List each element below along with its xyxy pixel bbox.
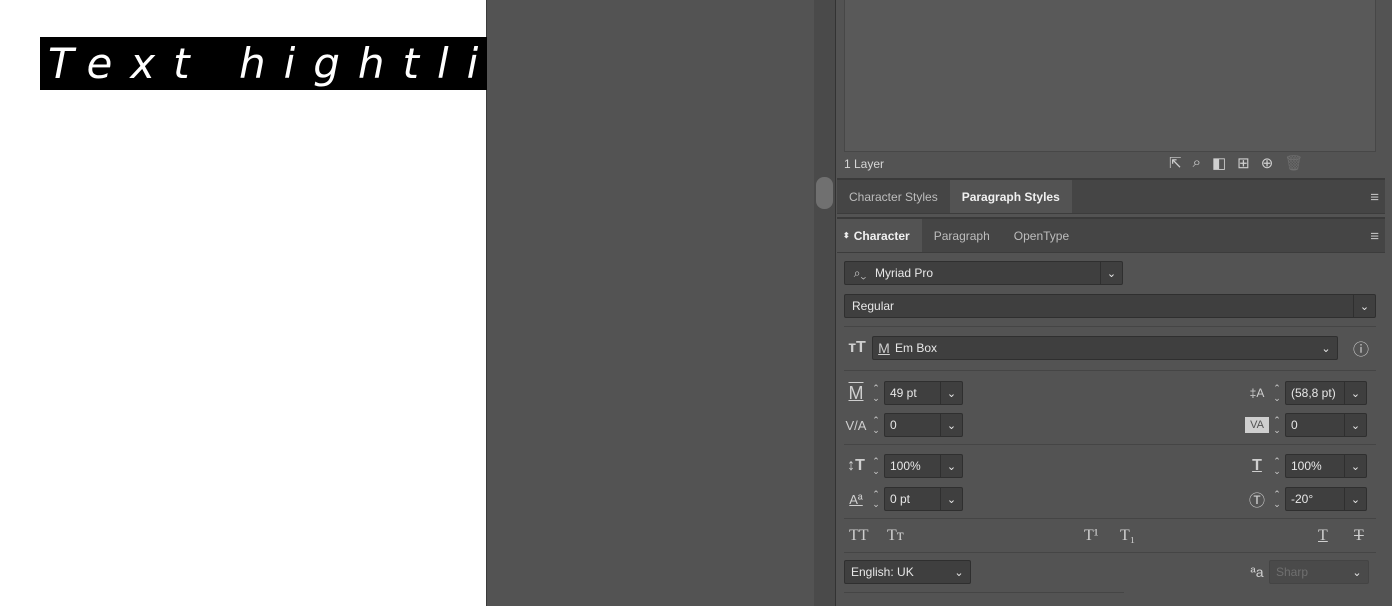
search-icon: ⌕⌄: [853, 265, 867, 280]
baseline-shift-stepper[interactable]: ⌃ ⌄: [868, 486, 884, 512]
kerning-field[interactable]: 0 ⌄: [884, 413, 963, 437]
em-box-icon: M: [878, 340, 890, 356]
tracking-field[interactable]: 0 ⌄: [1285, 413, 1367, 437]
leading-value: (58,8 pt): [1291, 386, 1336, 400]
scrollbar-handle[interactable]: [816, 177, 833, 209]
vertical-scale-field[interactable]: 100% ⌄: [884, 454, 963, 478]
antialias-value: Sharp: [1276, 565, 1309, 579]
small-caps-icon[interactable]: Tт: [887, 527, 904, 545]
kerning-value: 0: [890, 418, 897, 432]
layers-footer: 1 Layer ⇱ ⌕ ◧ ⊞ ⊕ 🗑: [837, 152, 1385, 178]
move-to-layer-icon[interactable]: ⊞: [1237, 154, 1250, 172]
chevron-down-icon[interactable]: ⌄: [1344, 455, 1366, 477]
baseline-shift-icon: Aª: [849, 491, 863, 507]
baseline-shift-value: 0 pt: [890, 492, 911, 506]
text-selected-portion: Text hightlig: [40, 37, 488, 90]
menu-icon[interactable]: ≡: [1370, 228, 1379, 245]
chevron-down-icon[interactable]: ⌄: [1344, 382, 1366, 404]
chevron-down-icon[interactable]: ⌄: [940, 414, 962, 436]
tab-character[interactable]: ⬍ Character: [837, 219, 922, 252]
superscript-icon[interactable]: T¹: [1084, 527, 1099, 545]
layers-list[interactable]: [844, 0, 1376, 152]
clipping-mask-icon[interactable]: ◧: [1212, 154, 1226, 172]
leading-field[interactable]: (58,8 pt) ⌄: [1285, 381, 1367, 405]
chevron-down-icon[interactable]: ⌄: [1344, 414, 1366, 436]
all-caps-icon[interactable]: TT: [849, 527, 869, 545]
pasteboard: [487, 0, 814, 606]
chevron-down-icon[interactable]: ⌄: [940, 488, 962, 510]
character-rotation-icon: Ⓣ: [1248, 493, 1265, 510]
tab-opentype[interactable]: OpenType: [1002, 219, 1081, 252]
subscript-icon[interactable]: T₁: [1120, 527, 1135, 545]
rotation-field[interactable]: -20° ⌄: [1285, 487, 1367, 511]
strikethrough-icon[interactable]: T: [1354, 527, 1364, 545]
font-size-type-icon: ᴛT: [848, 339, 866, 356]
chevron-down-icon[interactable]: ⌄: [940, 382, 962, 404]
new-layer-icon[interactable]: ⊕: [1261, 154, 1274, 172]
horizontal-scale-icon: T: [1252, 457, 1262, 474]
vertical-scale-icon: ↕T: [847, 457, 865, 474]
font-style-value: Regular: [852, 299, 895, 313]
tab-paragraph[interactable]: Paragraph: [922, 219, 1002, 252]
character-tabbar: ⬍ Character Paragraph OpenType ≡: [837, 217, 1385, 253]
artboard[interactable]: Text hightlig ht: [0, 0, 575, 606]
em-box-value: Em Box: [895, 341, 938, 355]
em-box-dropdown[interactable]: M Em Box ⌄: [872, 336, 1338, 360]
font-size-value: 49 pt: [890, 386, 917, 400]
vertical-scale-value: 100%: [890, 459, 921, 473]
tab-paragraph-styles[interactable]: Paragraph Styles: [949, 180, 1072, 213]
export-icon[interactable]: ⇱: [1169, 154, 1182, 172]
tracking-stepper[interactable]: ⌃ ⌄: [1269, 412, 1285, 438]
antialias-dropdown[interactable]: Sharp ⌄: [1269, 560, 1369, 584]
panel-gutter: [814, 0, 836, 606]
collapse-arrows-icon: ⬍: [843, 231, 850, 240]
rotation-stepper[interactable]: ⌃ ⌄: [1269, 486, 1285, 512]
right-panel: 1 Layer ⇱ ⌕ ◧ ⊞ ⊕ 🗑 Character Styles Par…: [837, 0, 1392, 606]
trash-icon[interactable]: 🗑: [1284, 154, 1303, 172]
chevron-down-icon[interactable]: ⌄: [1100, 262, 1122, 284]
vertical-scale-stepper[interactable]: ⌃ ⌄: [868, 453, 884, 479]
tab-character-label: Character: [853, 228, 910, 243]
underline-icon[interactable]: T: [1318, 527, 1328, 545]
chevron-down-icon[interactable]: ⌄: [1353, 295, 1375, 317]
search-icon[interactable]: ⌕: [1193, 154, 1201, 172]
menu-icon[interactable]: ≡: [1370, 189, 1379, 206]
leading-stepper[interactable]: ⌃ ⌄: [1269, 380, 1285, 406]
chevron-down-icon[interactable]: ⌄: [940, 455, 962, 477]
leading-icon: ‡A: [1249, 386, 1265, 400]
font-size-icon: M: [848, 382, 864, 403]
horizontal-scale-field[interactable]: 100% ⌄: [1285, 454, 1367, 478]
language-value: English: UK: [851, 565, 914, 579]
font-size-stepper[interactable]: ⌃ ⌄: [868, 380, 884, 406]
layer-count: 1 Layer: [844, 157, 885, 171]
horizontal-scale-value: 100%: [1291, 459, 1322, 473]
horizontal-scale-stepper[interactable]: ⌃ ⌄: [1269, 453, 1285, 479]
kerning-icon: V/A: [845, 417, 867, 433]
antialias-icon: ªa: [1250, 564, 1264, 580]
kerning-stepper[interactable]: ⌃ ⌄: [868, 412, 884, 438]
tab-character-styles[interactable]: Character Styles: [837, 180, 950, 213]
rotation-value: -20°: [1291, 492, 1314, 506]
highlighted-text[interactable]: Text hightlig ht: [40, 37, 575, 90]
styles-tabbar: Character Styles Paragraph Styles ≡: [837, 178, 1385, 214]
chevron-down-icon[interactable]: ⌄: [948, 561, 970, 583]
language-dropdown[interactable]: English: UK ⌄: [844, 560, 971, 584]
chevron-down-icon[interactable]: ⌄: [1344, 488, 1366, 510]
tracking-icon: VA: [1245, 417, 1269, 433]
font-size-field[interactable]: 49 pt ⌄: [884, 381, 963, 405]
info-icon[interactable]: ⓘ: [1346, 336, 1376, 360]
font-family-value: Myriad Pro: [875, 266, 934, 280]
font-style-dropdown[interactable]: Regular ⌄: [844, 294, 1376, 318]
tracking-value: 0: [1291, 418, 1298, 432]
chevron-down-icon[interactable]: ⌄: [1315, 337, 1337, 359]
chevron-down-icon[interactable]: ⌄: [1346, 561, 1368, 583]
baseline-shift-field[interactable]: 0 pt ⌄: [884, 487, 963, 511]
font-family-dropdown[interactable]: ⌕⌄ Myriad Pro ⌄: [844, 261, 1123, 285]
